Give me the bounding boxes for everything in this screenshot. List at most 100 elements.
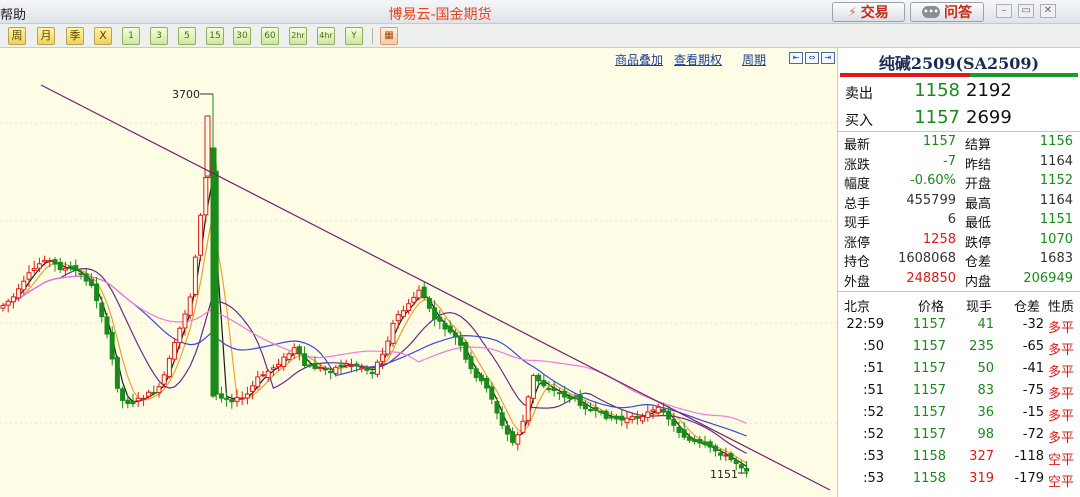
- trade-row: :51 1157 83 -75 多平: [838, 380, 1080, 402]
- candle-body: [499, 412, 505, 426]
- ask-price: 1158: [914, 80, 960, 101]
- trade-nature: 多平: [1048, 343, 1075, 358]
- chart-canvas: 3700 1151: [0, 84, 838, 491]
- period-5min-button[interactable]: 5: [178, 27, 196, 45]
- trade-price: 1157: [912, 361, 946, 376]
- stat-label: 现手: [844, 216, 871, 231]
- stat-value: 455799: [906, 192, 956, 208]
- trades-header-time: 北京: [844, 300, 871, 315]
- trades-header: 北京 价格 现手 仓差 性质: [838, 294, 1080, 315]
- week-period-button[interactable]: 周: [8, 27, 26, 45]
- bid-label: 买入: [845, 113, 873, 129]
- candle-body: [494, 401, 500, 414]
- calculator-icon[interactable]: ▦: [380, 27, 398, 45]
- candle-body: [286, 353, 292, 360]
- candle-body: [582, 403, 588, 410]
- candle-body: [104, 316, 110, 335]
- period-link[interactable]: 周期: [742, 51, 766, 68]
- period-30min-button[interactable]: 30: [233, 27, 251, 45]
- candle-body: [36, 263, 42, 269]
- kline-chart[interactable]: 3700 1151 商品叠加 查看期权 周期 ⇤ ⇔ ⇥: [0, 48, 838, 497]
- trade-volume: 36: [977, 405, 994, 420]
- minimize-button[interactable]: –: [996, 4, 1012, 18]
- chat-bubble-icon: •••: [922, 6, 940, 18]
- expand-icon[interactable]: ⇔: [805, 52, 819, 64]
- trade-oi: -75: [1022, 383, 1044, 398]
- period-4hr-button[interactable]: 4hr: [317, 27, 335, 45]
- scroll-left-icon[interactable]: ⇤: [789, 52, 803, 64]
- candle-body: [244, 393, 250, 399]
- candle-body: [166, 357, 172, 378]
- candle-body: [432, 307, 438, 320]
- candle-body: [229, 399, 235, 403]
- trade-volume: 235: [969, 339, 994, 354]
- low-value-label: 1151: [710, 468, 738, 481]
- candle-body: [364, 367, 370, 371]
- stat-value: 1151: [1039, 212, 1073, 227]
- ask-row: 卖出 1158 2192: [838, 79, 1080, 105]
- candle-body: [640, 416, 646, 422]
- contract-title: 纯碱2509(SA2509): [878, 54, 1040, 73]
- trade-row: :53 1158 319 -179 空平: [838, 468, 1080, 490]
- candle-body: [120, 388, 126, 401]
- candle-body: [16, 288, 22, 299]
- overlay-link[interactable]: 商品叠加: [615, 51, 663, 68]
- restore-button[interactable]: ▭: [1018, 4, 1034, 18]
- scroll-right-icon[interactable]: ⇥: [821, 52, 835, 64]
- close-button[interactable]: ✕: [1040, 4, 1056, 18]
- candle-body: [83, 273, 89, 282]
- trade-price: 1158: [912, 449, 946, 464]
- candle-body: [619, 415, 625, 421]
- candle-body: [265, 370, 271, 379]
- candle-body: [172, 342, 178, 360]
- period-2hr-button[interactable]: 2hr: [289, 27, 307, 45]
- trade-volume: 98: [977, 427, 994, 442]
- trade-time: :52: [863, 427, 884, 442]
- title-bar: 帮助 博易云-国金期货 ⚡ 交易 ••• 问答 – ▭ ✕: [0, 0, 1080, 24]
- stat-value: 1156: [1039, 134, 1073, 149]
- bid-ask-strip: [840, 73, 1078, 77]
- candle-body: [5, 300, 11, 306]
- period-3min-button[interactable]: 3: [150, 27, 168, 45]
- trade-volume: 41: [977, 317, 994, 332]
- trade-row: :50 1157 235 -65 多平: [838, 336, 1080, 358]
- trade-oi: -179: [1014, 471, 1044, 486]
- stat-value: 1608068: [898, 251, 956, 266]
- candle-body: [738, 464, 744, 469]
- candle-body: [250, 385, 256, 392]
- candle-body: [198, 214, 204, 256]
- candle-body: [380, 353, 386, 362]
- trade-oi: -65: [1022, 339, 1044, 354]
- lightning-icon: ⚡: [848, 5, 857, 19]
- candle-body: [21, 280, 27, 291]
- stat-label: 持仓: [844, 255, 871, 270]
- custom-period-button[interactable]: X: [94, 27, 112, 45]
- candle-body: [645, 411, 651, 419]
- candle-body: [68, 265, 74, 269]
- period-year-button[interactable]: Y: [345, 27, 363, 45]
- trade-button[interactable]: ⚡ 交易: [832, 2, 905, 22]
- quarter-period-button[interactable]: 季: [66, 27, 84, 45]
- candle-body: [338, 364, 344, 367]
- option-link[interactable]: 查看期权: [674, 51, 722, 68]
- divider: [838, 291, 1080, 292]
- candle-body: [99, 302, 105, 318]
- month-period-button[interactable]: 月: [37, 27, 55, 45]
- candle-body: [78, 272, 84, 275]
- candle-body: [520, 420, 526, 433]
- period-60min-button[interactable]: 60: [261, 27, 279, 45]
- candle-body: [302, 353, 308, 366]
- candle-body: [146, 391, 152, 397]
- candle-body: [692, 438, 698, 443]
- candle-body: [322, 368, 328, 371]
- stat-value: 248850: [906, 270, 956, 286]
- candle-body: [676, 426, 682, 433]
- candle-body: [177, 327, 183, 343]
- candle-body: [572, 397, 578, 400]
- period-15min-button[interactable]: 15: [206, 27, 224, 45]
- period-1min-button[interactable]: 1: [122, 27, 140, 45]
- qa-button[interactable]: ••• 问答: [910, 2, 984, 22]
- candle-body: [348, 364, 354, 367]
- stat-label: 总手: [844, 196, 871, 212]
- stat-value: 206949: [1023, 270, 1073, 286]
